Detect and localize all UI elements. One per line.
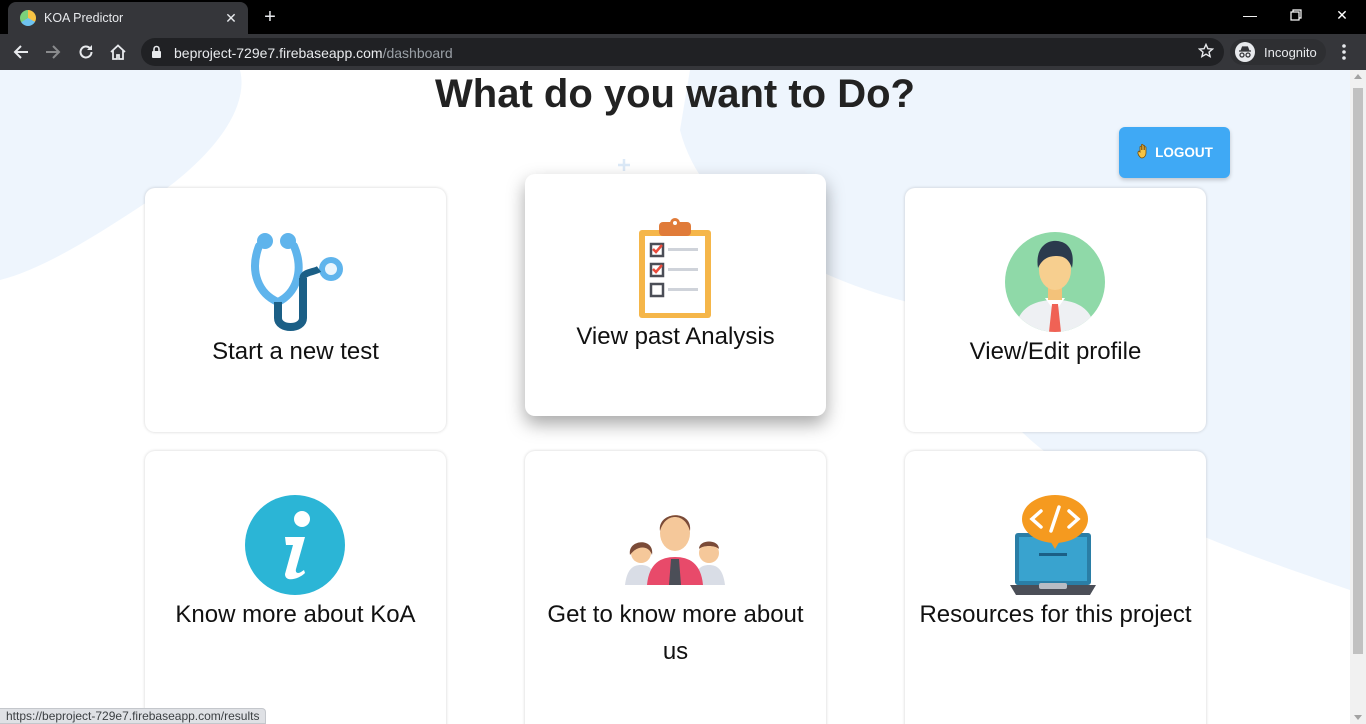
minimize-icon[interactable]: — [1238,4,1262,26]
resources-card[interactable]: Resources for this project [905,451,1206,724]
url-text: beproject-729e7.firebaseapp.com/dashboar… [174,45,453,61]
about-us-card[interactable]: Get to know more about us [525,451,826,724]
browser-menu-icon[interactable] [1336,42,1352,62]
close-window-icon[interactable]: ✕ [1330,4,1354,26]
page-title: What do you want to Do? [435,72,915,116]
url-host: beproject-729e7.firebaseapp.com [174,45,383,61]
incognito-label: Incognito [1264,45,1317,60]
waving-hand-icon [1136,143,1152,162]
card-label: Start a new test [212,338,379,365]
scroll-thumb[interactable] [1353,88,1363,654]
status-bar-url: https://beproject-729e7.firebaseapp.com/… [0,708,267,724]
incognito-indicator[interactable]: Incognito [1230,39,1326,65]
page-viewport: What do you want to Do? LOGOUT Start a n… [0,70,1350,724]
user-avatar-icon [1005,232,1105,332]
scroll-up-icon[interactable] [1354,74,1362,79]
favicon-icon [20,10,36,26]
logout-label: LOGOUT [1155,145,1213,160]
page-scrollbar[interactable] [1350,70,1366,724]
know-more-koa-card[interactable]: Know more about KoA [145,451,446,724]
stethoscope-icon [245,232,345,332]
reload-icon[interactable] [74,40,98,64]
card-label: Know more about KoA [175,601,416,628]
clipboard-checklist-icon [625,218,725,318]
lock-icon [151,45,162,64]
home-icon[interactable] [106,40,130,64]
start-new-test-card[interactable]: Start a new test [145,188,446,432]
browser-toolbar: beproject-729e7.firebaseapp.com/dashboar… [0,34,1366,70]
view-edit-profile-card[interactable]: View/Edit profile [905,188,1206,432]
browser-tab[interactable]: KOA Predictor ✕ [8,2,248,34]
code-laptop-icon [1005,495,1105,595]
card-label: Get to know more about us [547,601,804,665]
card-label: View/Edit profile [969,338,1142,365]
back-icon[interactable] [9,40,33,64]
new-tab-icon[interactable]: + [258,6,282,30]
card-label: Resources for this project [919,601,1192,628]
info-icon [245,495,345,595]
card-label: View past Analysis [576,323,775,350]
address-bar[interactable]: beproject-729e7.firebaseapp.com/dashboar… [141,38,1224,66]
restore-icon[interactable] [1284,4,1308,26]
logout-button[interactable]: LOGOUT [1119,127,1230,178]
url-path: /dashboard [382,45,453,61]
team-icon [625,495,725,595]
bookmark-star-icon[interactable] [1197,42,1215,64]
incognito-icon [1235,42,1255,62]
forward-icon[interactable] [41,40,65,64]
close-tab-icon[interactable]: ✕ [222,9,240,27]
tab-strip: KOA Predictor ✕ + — ✕ [0,0,1366,34]
view-past-analysis-card[interactable]: View past Analysis [525,174,826,416]
scroll-down-icon[interactable] [1354,715,1362,720]
tab-title: KOA Predictor [44,11,124,25]
